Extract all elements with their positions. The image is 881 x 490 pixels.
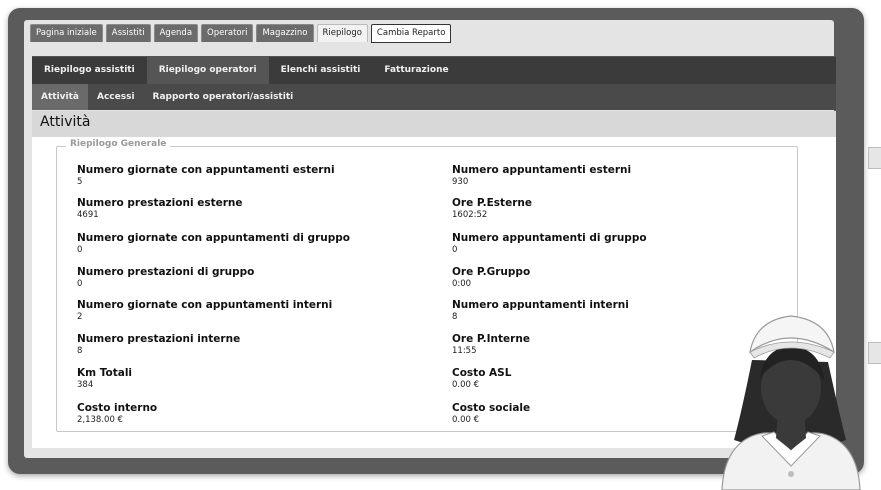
- field-km-totali: Km Totali 384: [77, 367, 132, 390]
- cambia-reparto-button[interactable]: Cambia Reparto: [370, 24, 452, 43]
- page-title: Attività: [40, 114, 91, 130]
- field-value: 0.00 €: [452, 415, 480, 425]
- field-label: Numero prestazioni interne: [77, 333, 241, 345]
- field-value: 0.00 €: [452, 380, 480, 390]
- field-label: Ore P.Gruppo: [452, 266, 531, 278]
- field-appuntamenti-gruppo: Numero appuntamenti di gruppo 0: [452, 232, 647, 255]
- field-value: 930: [452, 177, 469, 187]
- field-value: 5: [77, 177, 83, 187]
- field-label: Numero giornate con appuntamenti di grup…: [77, 232, 350, 244]
- field-ore-esterne: Ore P.Esterne 1602:52: [452, 197, 532, 220]
- field-giornate-esterni: Numero giornate con appuntamenti esterni…: [77, 164, 335, 187]
- tab-magazzino[interactable]: Magazzino: [256, 24, 314, 42]
- field-label: Costo ASL: [452, 367, 512, 379]
- subtab-fatturazione[interactable]: Fatturazione: [372, 57, 460, 84]
- field-value: 1602:52: [452, 210, 488, 220]
- field-appuntamenti-interni: Numero appuntamenti interni 8: [452, 299, 629, 322]
- field-value: 0:00: [452, 279, 472, 289]
- field-value: 4691: [77, 210, 99, 220]
- field-prestazioni-interne: Numero prestazioni interne 8: [77, 333, 240, 356]
- title-bar: [32, 111, 836, 137]
- field-costo-sociale: Costo sociale 0.00 €: [452, 402, 530, 425]
- field-label: Numero giornate con appuntamenti interni: [77, 299, 333, 311]
- field-giornate-gruppo: Numero giornate con appuntamenti di grup…: [77, 232, 350, 255]
- field-ore-gruppo: Ore P.Gruppo 0:00: [452, 266, 530, 289]
- field-label: Ore P.Esterne: [452, 197, 532, 209]
- field-value: 2: [77, 312, 83, 322]
- side-tab[interactable]: [868, 147, 881, 169]
- tab-riepilogo[interactable]: Riepilogo: [316, 24, 368, 42]
- field-ore-interne: Ore P.Interne 11:55: [452, 333, 530, 356]
- subtab-riepilogo-assistiti[interactable]: Riepilogo assistiti: [32, 57, 147, 84]
- third-navigation: Attività Accessi Rapporto operatori/assi…: [32, 84, 836, 110]
- field-label: Numero prestazioni di gruppo: [77, 266, 255, 278]
- tab-assistiti[interactable]: Assistiti: [105, 24, 151, 42]
- field-value: 0: [452, 245, 458, 255]
- field-costo-interno: Costo interno 2,138.00 €: [77, 402, 157, 425]
- field-label: Numero giornate con appuntamenti esterni: [77, 164, 335, 176]
- subtab-accessi[interactable]: Accessi: [88, 84, 144, 110]
- field-prestazioni-gruppo: Numero prestazioni di gruppo 0: [77, 266, 254, 289]
- field-value: 2,138.00 €: [77, 415, 123, 425]
- subtab-riepilogo-operatori[interactable]: Riepilogo operatori: [146, 57, 269, 84]
- top-tabs: Pagina iniziale Assistiti Agenda Operato…: [30, 24, 452, 43]
- field-label: Numero appuntamenti interni: [452, 299, 629, 311]
- subtab-rapporto-operatori-assistiti[interactable]: Rapporto operatori/assistiti: [144, 84, 303, 110]
- field-value: 0: [77, 245, 83, 255]
- field-value: 0: [77, 279, 83, 289]
- subtab-elenchi-assistiti[interactable]: Elenchi assistiti: [269, 57, 373, 84]
- field-giornate-interni: Numero giornate con appuntamenti interni…: [77, 299, 332, 322]
- field-label: Km Totali: [77, 367, 133, 379]
- field-label: Costo interno: [77, 402, 158, 414]
- field-label: Numero appuntamenti di gruppo: [452, 232, 647, 244]
- nurse-icon: [721, 315, 861, 490]
- field-label: Numero appuntamenti esterni: [452, 164, 632, 176]
- subtab-attivita[interactable]: Attività: [32, 84, 88, 110]
- tab-agenda[interactable]: Agenda: [153, 24, 199, 42]
- summary-fieldset: [56, 146, 798, 432]
- field-label: Ore P.Interne: [452, 333, 530, 345]
- field-appuntamenti-esterni: Numero appuntamenti esterni 930: [452, 164, 631, 187]
- field-value: 8: [452, 312, 458, 322]
- sub-navigation: Riepilogo assistiti Riepilogo operatori …: [32, 56, 836, 84]
- field-label: Numero prestazioni esterne: [77, 197, 243, 209]
- field-value: 384: [77, 380, 94, 390]
- field-prestazioni-esterne: Numero prestazioni esterne 4691: [77, 197, 242, 220]
- fieldset-legend: Riepilogo Generale: [66, 139, 171, 149]
- field-value: 11:55: [452, 346, 477, 356]
- field-value: 8: [77, 346, 83, 356]
- field-costo-asl: Costo ASL 0.00 €: [452, 367, 511, 390]
- tab-pagina-iniziale[interactable]: Pagina iniziale: [30, 24, 103, 42]
- tab-operatori[interactable]: Operatori: [201, 24, 254, 42]
- field-label: Costo sociale: [452, 402, 531, 414]
